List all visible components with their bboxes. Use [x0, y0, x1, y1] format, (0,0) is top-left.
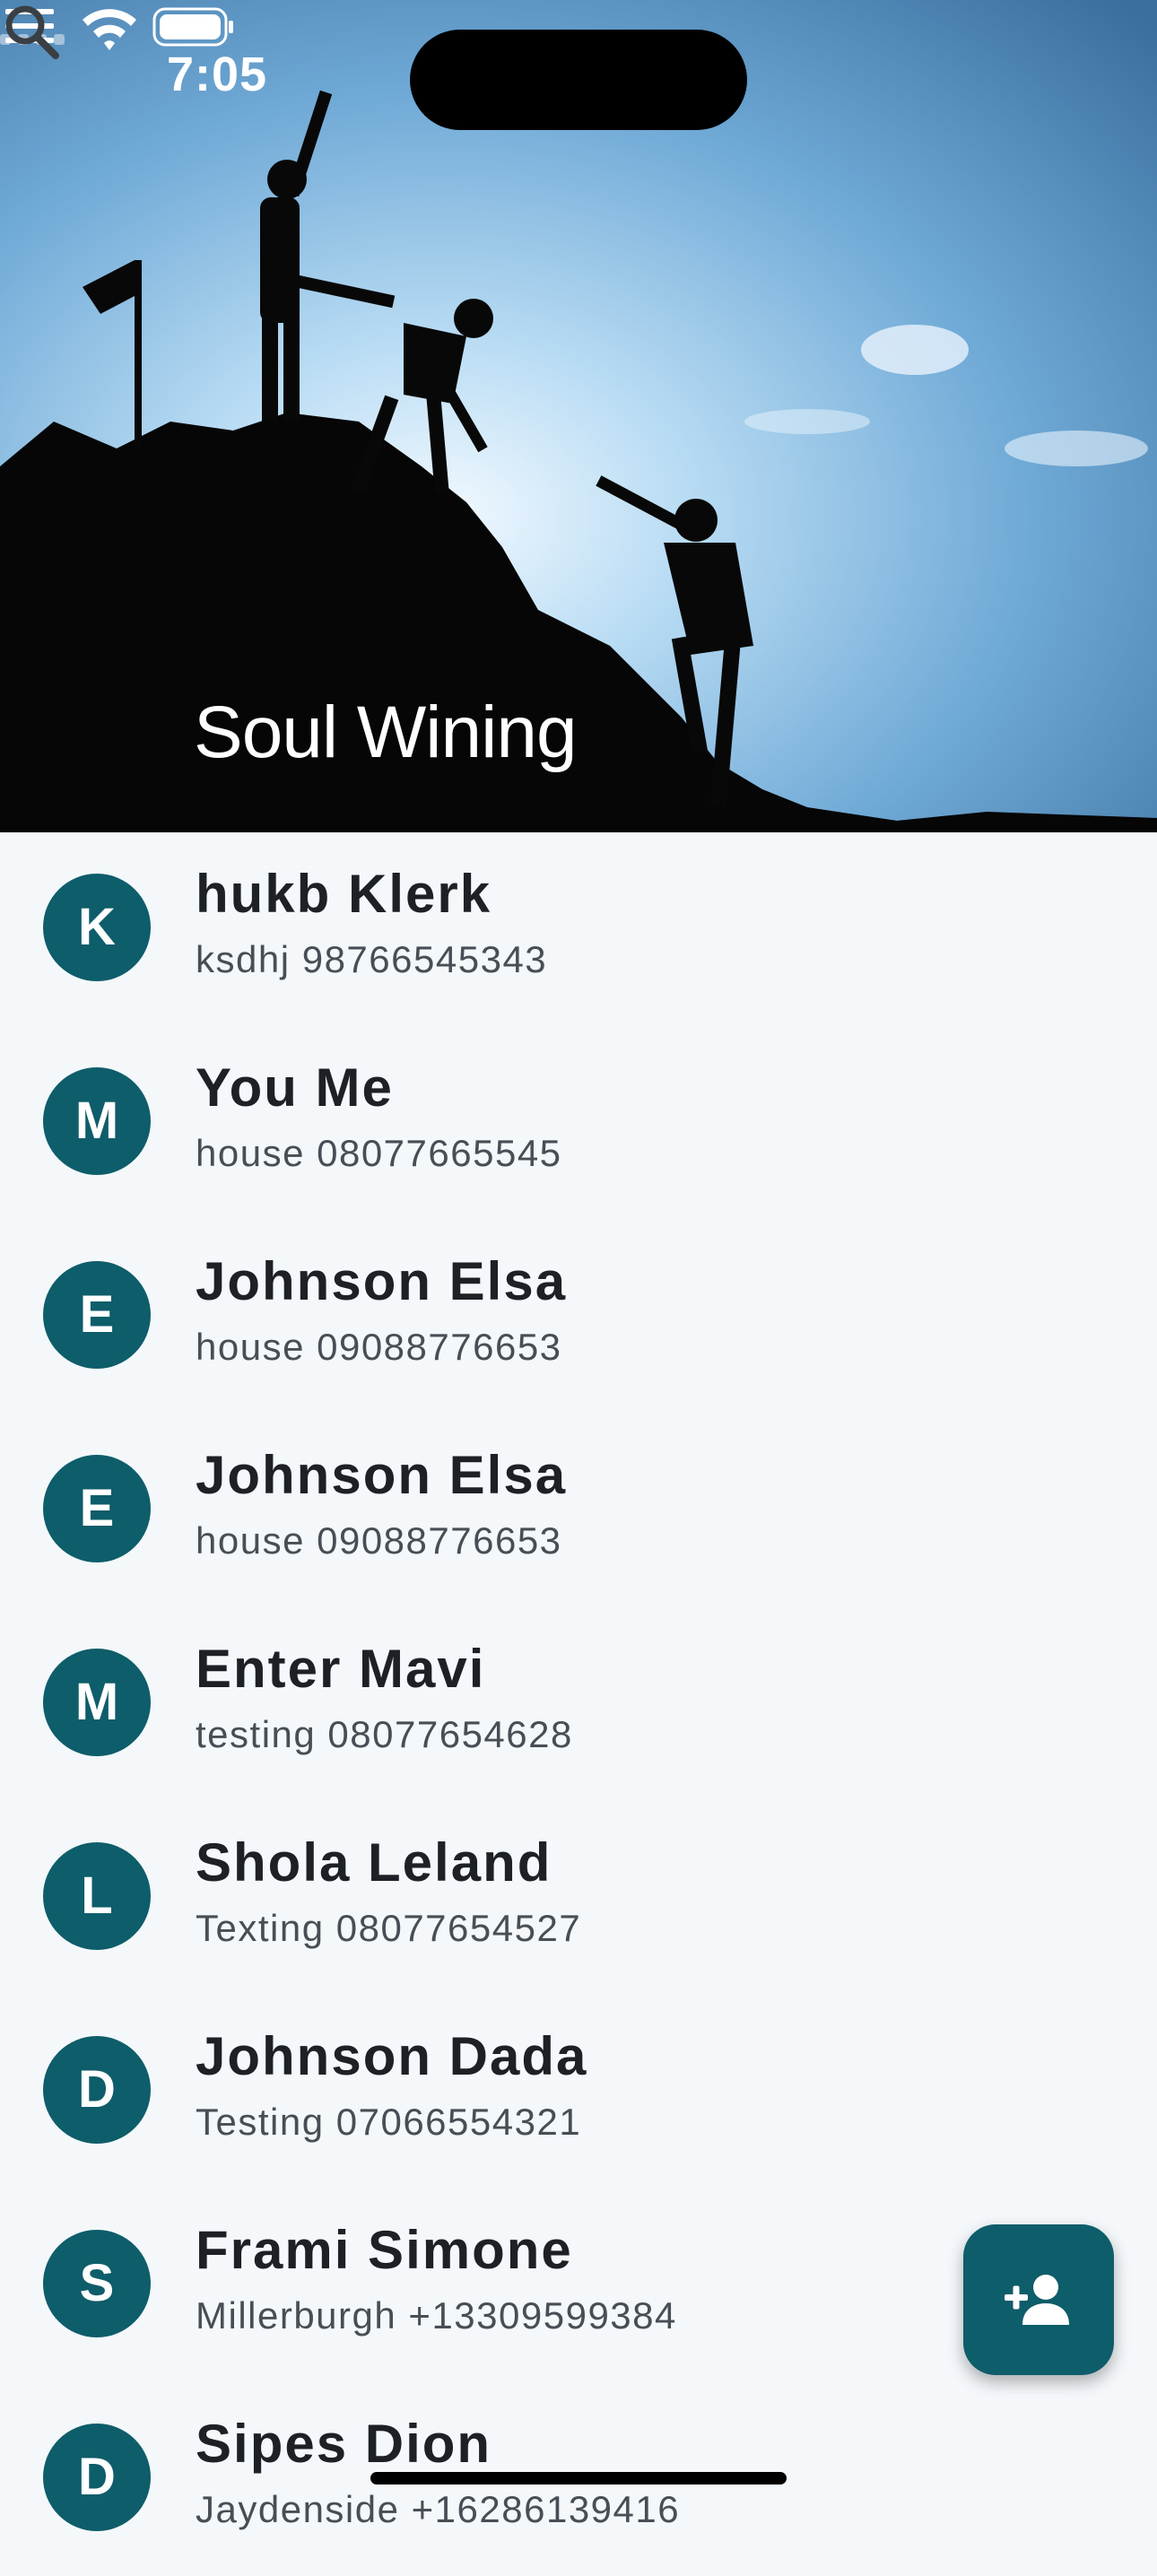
contact-name: You Me — [196, 1057, 394, 1118]
contact-name: Johnson Dada — [196, 2026, 588, 2086]
contact-name: Johnson Elsa — [196, 1251, 568, 1311]
list-item[interactable]: M Enter Mavi testing 08077654628 — [0, 1607, 1157, 1801]
contact-detail: ksdhj 98766545343 — [196, 938, 548, 980]
avatar: S — [43, 2230, 151, 2337]
dynamic-island — [410, 30, 747, 130]
contact-detail: Millerburgh +13309599384 — [196, 2294, 677, 2337]
contact-name: Shola Leland — [196, 1832, 552, 1893]
contact-detail: Jaydenside +16286139416 — [196, 2488, 681, 2530]
avatar: M — [43, 1067, 151, 1175]
avatar: D — [43, 2036, 151, 2144]
list-item[interactable]: L Shola Leland Texting 08077654527 — [0, 1801, 1157, 1995]
avatar: E — [43, 1455, 151, 1562]
contact-name: Sipes Dion — [196, 2414, 492, 2474]
wifi-icon — [83, 9, 136, 50]
avatar: E — [43, 1261, 151, 1369]
add-contact-button[interactable] — [963, 2224, 1114, 2375]
list-item[interactable]: M You Me house 08077665545 — [0, 1026, 1157, 1220]
avatar: K — [43, 874, 151, 981]
page-title: Soul Wining — [194, 692, 578, 773]
contact-detail: Testing 07066554321 — [196, 2101, 582, 2143]
list-item[interactable]: E Johnson Elsa house 09088776653 — [0, 1220, 1157, 1414]
home-indicator — [370, 2472, 787, 2485]
contact-detail: house 08077665545 — [196, 1132, 562, 1174]
add-person-icon — [1005, 2275, 1069, 2325]
contact-detail: testing 08077654628 — [196, 1713, 573, 1755]
avatar: D — [43, 2424, 151, 2531]
contact-name: Enter Mavi — [196, 1639, 486, 1699]
contact-detail: house 09088776653 — [196, 1326, 562, 1368]
contact-detail: Texting 08077654527 — [196, 1907, 582, 1949]
status-time: 7:05 — [167, 48, 268, 101]
list-item[interactable]: K hukb Klerk ksdhj 98766545343 — [0, 832, 1157, 1026]
list-item[interactable]: D Johnson Dada Testing 07066554321 — [0, 1995, 1157, 2189]
avatar: L — [43, 1842, 151, 1950]
search-icon[interactable] — [0, 0, 65, 65]
contact-detail: house 09088776653 — [196, 1519, 562, 1562]
contact-name: Johnson Elsa — [196, 1445, 568, 1505]
contact-name: Frami Simone — [196, 2220, 573, 2280]
contact-name: hukb Klerk — [196, 864, 492, 924]
battery-icon — [152, 7, 233, 47]
list-item[interactable]: E Johnson Elsa house 09088776653 — [0, 1414, 1157, 1607]
avatar: M — [43, 1649, 151, 1756]
header-banner: 7:05 Soul Wining — [0, 0, 1157, 832]
